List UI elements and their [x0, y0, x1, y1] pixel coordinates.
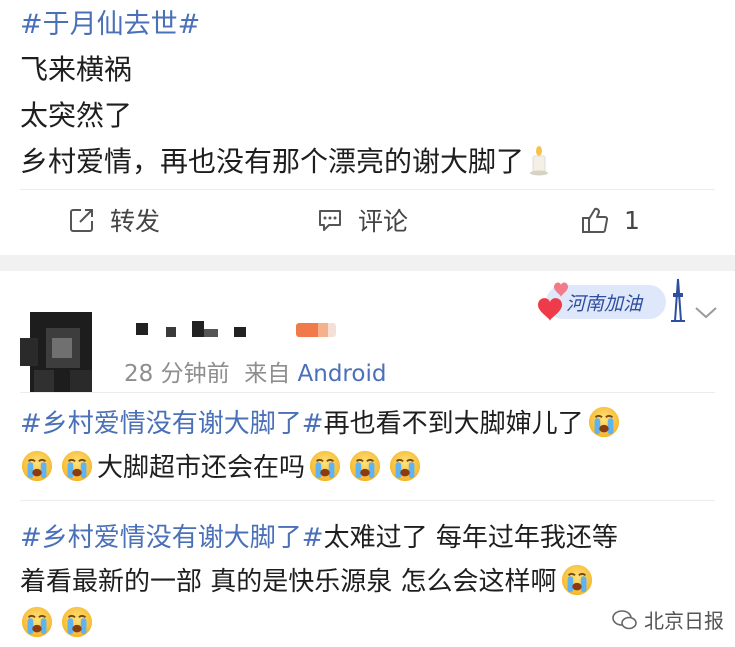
- comment-line: #乡村爱情没有谢大脚了#再也看不到大脚婶儿了: [20, 403, 624, 440]
- crying-face-icon: [60, 605, 94, 639]
- crying-face-icon: [20, 605, 54, 639]
- section-separator: [0, 255, 735, 271]
- user-badge: [296, 323, 336, 337]
- source-label: Android: [297, 361, 387, 387]
- candle-icon: [530, 146, 549, 176]
- forward-button[interactable]: 转发: [68, 202, 160, 238]
- comment-card: 河南加油 28 分钟前 来自 Android #乡村爱情没有谢大脚了#再也看不到…: [0, 271, 735, 647]
- post-card: #于月仙去世# 飞来横祸 太突然了 乡村爱情，再也没有那个漂亮的谢大脚了 转发 …: [0, 0, 735, 255]
- comment-button[interactable]: 评论: [316, 202, 408, 238]
- henan-cheer-decoration: 河南加油: [538, 278, 685, 322]
- divider: [20, 189, 715, 190]
- thumbs-up-icon: [582, 207, 609, 233]
- comment-text: 大脚超市还会在吗: [97, 453, 306, 483]
- comment-line: 大脚超市还会在吗: [20, 447, 425, 484]
- comment-text: 太难过了 每年过年我还等: [323, 523, 618, 553]
- crying-face-icon: [560, 563, 594, 597]
- share-icon: [70, 209, 93, 232]
- like-button[interactable]: 1: [580, 202, 640, 238]
- comment-text: 着看最新的一部 真的是快乐源泉 怎么会这样啊: [20, 567, 557, 597]
- comment-label: 评论: [358, 207, 409, 236]
- comment-hashtag[interactable]: #乡村爱情没有谢大脚了#: [20, 523, 324, 553]
- comment-hashtag[interactable]: #乡村爱情没有谢大脚了#: [20, 409, 324, 439]
- crying-face-icon: [587, 405, 621, 439]
- divider: [20, 392, 715, 393]
- post-time: 28 分钟前: [124, 361, 230, 387]
- post-text-line: 太突然了: [20, 99, 133, 132]
- comment-line: #乡村爱情没有谢大脚了#太难过了 每年过年我还等: [20, 517, 618, 554]
- post-text: 乡村爱情，再也没有那个漂亮的谢大脚了: [20, 145, 525, 178]
- source-prefix: 来自: [244, 361, 291, 387]
- wechat-icon: [612, 609, 637, 629]
- topic-hashtag[interactable]: #于月仙去世#: [20, 2, 200, 41]
- post-meta: 28 分钟前 来自 Android: [124, 354, 386, 388]
- crying-face-icon: [60, 449, 94, 483]
- chevron-down-icon[interactable]: [693, 305, 719, 321]
- forward-label: 转发: [110, 207, 161, 236]
- crying-face-icon: [20, 449, 54, 483]
- comment-text: 再也看不到大脚婶儿了: [323, 409, 584, 439]
- post-text-line: 飞来横祸: [20, 53, 133, 86]
- watermark: 北京日报: [612, 605, 724, 634]
- crying-face-icon: [308, 449, 342, 483]
- post-text-line: 乡村爱情，再也没有那个漂亮的谢大脚了: [20, 140, 550, 180]
- like-count: 1: [624, 205, 640, 235]
- crying-face-icon: [348, 449, 382, 483]
- comment-line: 着看最新的一部 真的是快乐源泉 怎么会这样啊: [20, 561, 597, 598]
- watermark-text: 北京日报: [644, 609, 724, 633]
- comment-icon: [319, 210, 341, 231]
- decoration-text: 河南加油: [566, 293, 644, 315]
- avatar[interactable]: [20, 312, 100, 392]
- divider: [20, 500, 715, 501]
- comment-line: [20, 605, 97, 639]
- username-censored[interactable]: [136, 321, 251, 337]
- crying-face-icon: [388, 449, 422, 483]
